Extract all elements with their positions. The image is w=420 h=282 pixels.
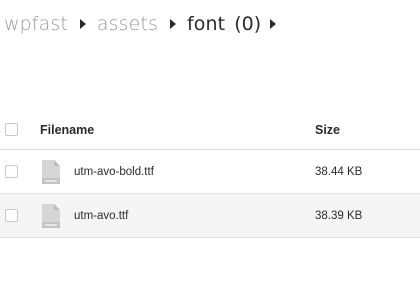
file-table: Filename Size utm-avo-bold.ttf 38.44 KB — [0, 110, 420, 238]
breadcrumb-item-current: font — [186, 13, 226, 35]
column-header-size[interactable]: Size — [315, 123, 340, 137]
table-row[interactable]: utm-avo.ttf 38.39 KB — [0, 194, 420, 238]
chevron-right-icon — [169, 19, 176, 29]
breadcrumb-item-root[interactable]: wpfast — [4, 10, 68, 38]
column-header-filename[interactable]: Filename — [40, 123, 94, 137]
row-checkbox[interactable] — [5, 165, 18, 178]
file-name[interactable]: utm-avo-bold.ttf — [74, 166, 154, 178]
breadcrumb: wpfast assets font (0) — [4, 10, 287, 38]
table-header: Filename Size — [0, 110, 420, 150]
chevron-right-icon — [79, 19, 86, 29]
select-all-checkbox[interactable] — [5, 123, 18, 136]
file-browser: wpfast assets font (0) Filename Size utm… — [0, 0, 420, 282]
file-name[interactable]: utm-avo.ttf — [74, 210, 128, 222]
chevron-right-icon[interactable] — [270, 19, 277, 29]
breadcrumb-item-assets[interactable]: assets — [97, 10, 158, 38]
item-count: (0) — [234, 13, 262, 35]
file-size: 38.44 KB — [315, 165, 363, 178]
document-icon — [42, 203, 60, 228]
table-row[interactable]: utm-avo-bold.ttf 38.44 KB — [0, 150, 420, 194]
file-size: 38.39 KB — [315, 209, 363, 222]
row-checkbox[interactable] — [5, 209, 18, 222]
document-icon — [42, 159, 60, 184]
